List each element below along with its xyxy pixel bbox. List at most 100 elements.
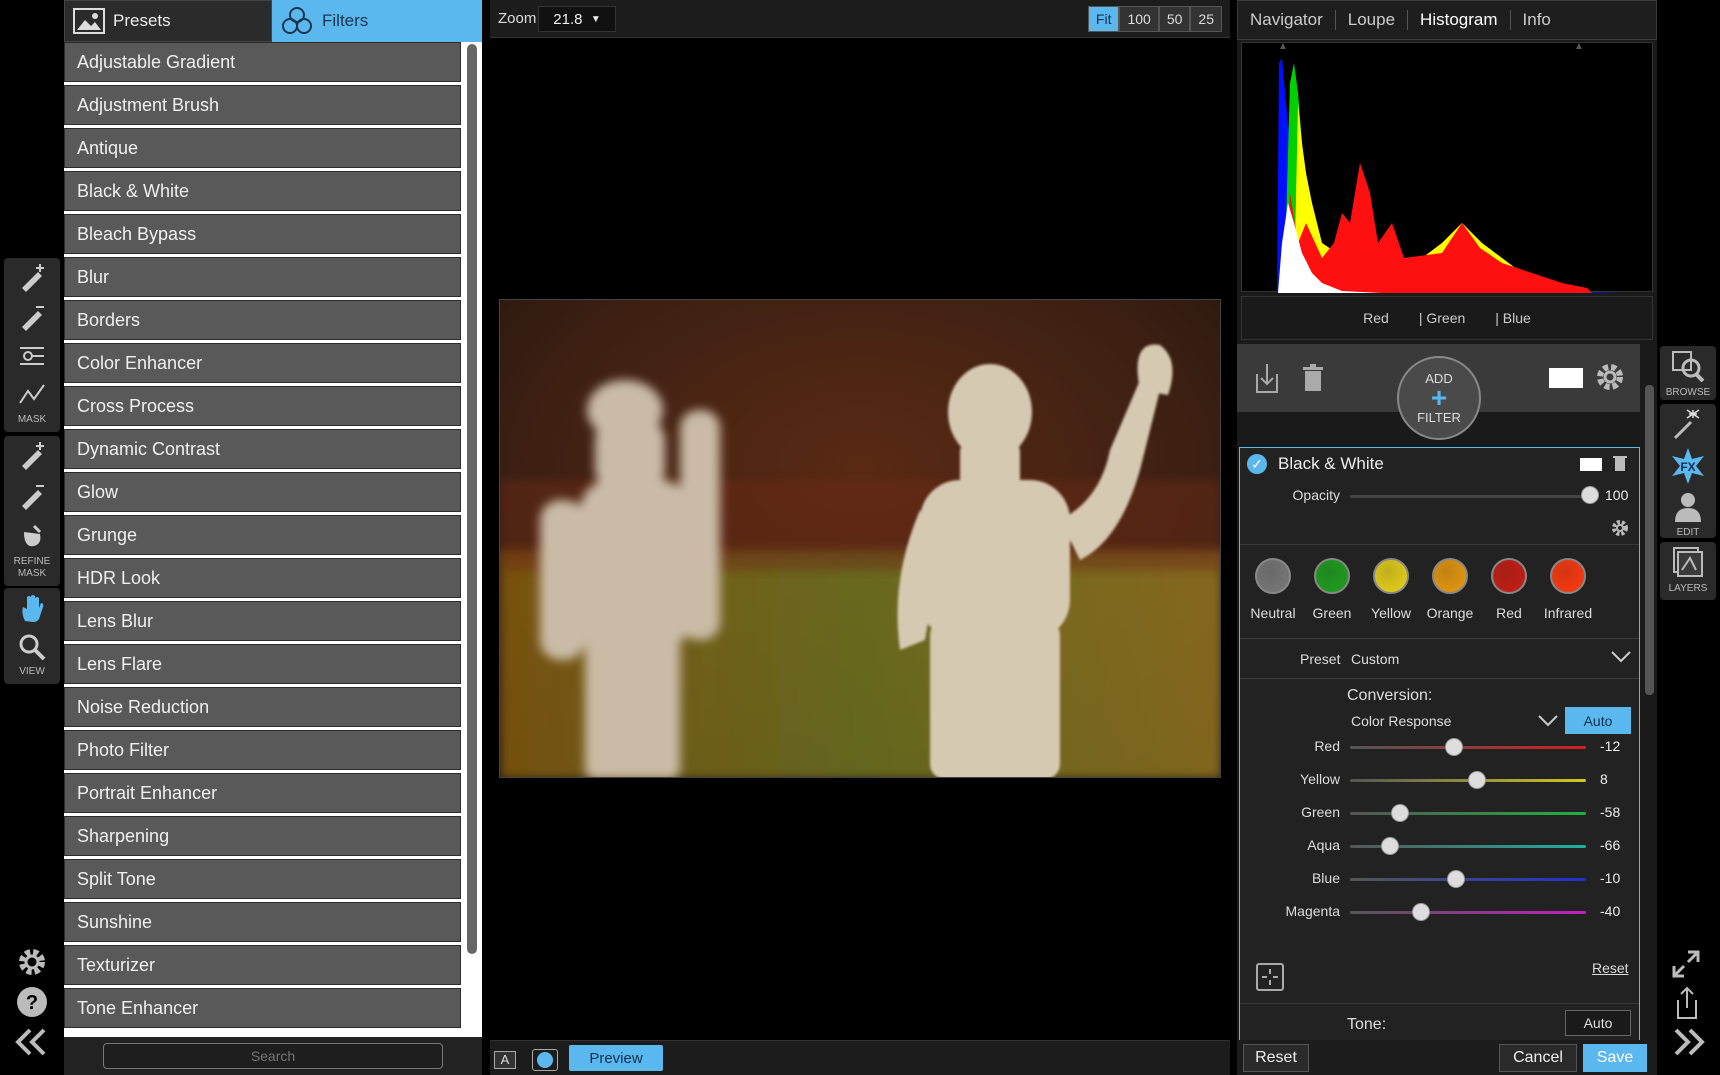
zoom-100-button[interactable]: 100 — [1119, 6, 1159, 32]
filter-enabled-checkbox[interactable]: ✓ — [1247, 454, 1267, 474]
yellow-slider-knob[interactable] — [1468, 771, 1487, 789]
filter-item[interactable]: Adjustable Gradient — [64, 42, 461, 82]
swatch-orange[interactable] — [1432, 558, 1468, 594]
zoom-25-button[interactable]: 25 — [1190, 6, 1222, 32]
zoom-50-button[interactable]: 50 — [1158, 6, 1191, 32]
filter-item[interactable]: Adjustment Brush — [64, 85, 461, 125]
filter-item[interactable]: Black & White — [64, 171, 461, 211]
trash-icon[interactable] — [1301, 364, 1325, 397]
mask-overlay-toggle[interactable] — [532, 1049, 558, 1071]
filter-item[interactable]: Blur — [64, 257, 461, 297]
before-after-a-button[interactable]: A — [494, 1051, 516, 1069]
gear-icon[interactable] — [1595, 362, 1625, 397]
filter-item[interactable]: Tone Enhancer — [64, 988, 461, 1028]
tone-auto-button[interactable]: Auto — [1565, 1010, 1631, 1036]
opacity-slider-knob[interactable] — [1581, 486, 1599, 504]
cancel-button[interactable]: Cancel — [1499, 1044, 1577, 1072]
preview-button[interactable]: Preview — [569, 1045, 663, 1071]
swatch-infrared[interactable] — [1550, 558, 1586, 594]
layers-module[interactable]: LAYERS — [1660, 542, 1716, 600]
browse-module[interactable]: BROWSE — [1660, 346, 1716, 400]
tab-navigator[interactable]: Navigator — [1238, 10, 1336, 30]
refine-brush-subtract-icon[interactable] — [4, 476, 60, 516]
filter-item[interactable]: Noise Reduction — [64, 687, 461, 727]
filter-item[interactable]: Photo Filter — [64, 730, 461, 770]
histogram-legend-item[interactable]: Red — [1363, 310, 1389, 326]
collapse-left-icon[interactable] — [14, 1026, 50, 1063]
add-filter-button[interactable]: ADD + FILTER — [1397, 356, 1481, 440]
histogram-legend-item[interactable]: | Green — [1419, 310, 1465, 326]
filter-item[interactable]: Portrait Enhancer — [64, 773, 461, 813]
filter-item[interactable]: HDR Look — [64, 558, 461, 598]
edit-person-icon[interactable] — [1673, 490, 1703, 527]
filter-item[interactable]: Lens Blur — [64, 601, 461, 641]
settings-gear-icon[interactable] — [16, 946, 48, 983]
fx-icon[interactable]: FX — [1669, 447, 1707, 490]
reset-button[interactable]: Reset — [1243, 1044, 1309, 1072]
conversion-mode-value[interactable]: Color Response — [1351, 713, 1451, 729]
search-input[interactable] — [103, 1043, 443, 1069]
reset-link[interactable]: Reset — [1592, 960, 1629, 976]
filter-mask-swatch[interactable] — [1580, 458, 1602, 471]
swatch-neutral[interactable] — [1255, 558, 1291, 594]
preset-chevron-down-icon[interactable] — [1610, 650, 1632, 669]
magnifier-icon[interactable] — [4, 627, 60, 666]
swatch-red[interactable] — [1491, 558, 1527, 594]
conversion-chevron-down-icon[interactable] — [1537, 714, 1559, 733]
mask-brush-subtract-icon[interactable] — [4, 297, 60, 336]
tab-filters[interactable]: Filters — [272, 0, 482, 42]
aqua-slider-knob[interactable] — [1381, 837, 1400, 855]
tab-loupe[interactable]: Loupe — [1336, 10, 1409, 30]
filter-item[interactable]: Texturizer — [64, 945, 461, 985]
crosshair-picker-icon[interactable] — [1256, 963, 1284, 991]
filter-item[interactable]: Sharpening — [64, 816, 461, 856]
green-slider-knob[interactable] — [1390, 804, 1409, 822]
filter-item[interactable]: Bleach Bypass — [64, 214, 461, 254]
filter-trash-icon[interactable] — [1613, 454, 1627, 477]
filter-item[interactable]: Antique — [64, 128, 461, 168]
filter-item[interactable]: Lens Flare — [64, 644, 461, 684]
magic-wand-icon[interactable] — [1671, 408, 1705, 447]
filter-item[interactable]: Dynamic Contrast — [64, 429, 461, 469]
filter-list-scrollbar[interactable] — [467, 44, 477, 954]
import-icon[interactable] — [1253, 362, 1281, 399]
save-button[interactable]: Save — [1583, 1044, 1647, 1072]
refine-brush-add-icon[interactable] — [4, 436, 60, 476]
refine-mask-icon[interactable] — [4, 516, 60, 556]
blue-slider-knob[interactable] — [1447, 870, 1466, 888]
filter-item[interactable]: Cross Process — [64, 386, 461, 426]
red-slider[interactable] — [1350, 746, 1586, 749]
magenta-slider[interactable] — [1350, 911, 1586, 914]
zoom-dropdown[interactable]: 21.8 ▼ — [538, 6, 616, 32]
filter-item[interactable]: Sunshine — [64, 902, 461, 942]
mask-brush-add-icon[interactable] — [4, 258, 60, 297]
swatch-yellow[interactable] — [1373, 558, 1409, 594]
share-icon[interactable] — [1672, 986, 1702, 1025]
mask-preview-swatch[interactable] — [1549, 368, 1583, 388]
magenta-slider-knob[interactable] — [1411, 903, 1430, 921]
tab-presets[interactable]: Presets — [64, 0, 272, 42]
histogram-legend-item[interactable]: | Blue — [1495, 310, 1531, 326]
red-slider-knob[interactable] — [1444, 738, 1463, 756]
opacity-slider[interactable] — [1350, 495, 1590, 498]
filter-item[interactable]: Grunge — [64, 515, 461, 555]
filter-item[interactable]: Glow — [64, 472, 461, 512]
zoom-fit-button[interactable]: Fit — [1087, 6, 1120, 32]
mask-gradient-icon[interactable] — [4, 336, 60, 375]
expand-icon[interactable] — [1670, 948, 1702, 985]
preset-value[interactable]: Custom — [1351, 651, 1399, 667]
filter-item[interactable]: Borders — [64, 300, 461, 340]
filter-settings-gear-icon[interactable] — [1610, 518, 1630, 543]
blue-slider[interactable] — [1350, 878, 1586, 881]
conversion-auto-button[interactable]: Auto — [1565, 707, 1631, 734]
swatch-green[interactable] — [1314, 558, 1350, 594]
green-slider[interactable] — [1350, 812, 1586, 815]
help-icon[interactable]: ? — [16, 986, 48, 1023]
collapse-right-icon[interactable] — [1670, 1026, 1706, 1063]
tab-histogram[interactable]: Histogram — [1408, 10, 1511, 30]
filter-item[interactable]: Split Tone — [64, 859, 461, 899]
mask-quick-icon[interactable] — [4, 375, 60, 414]
filter-panel-scrollbar[interactable] — [1645, 385, 1654, 695]
filter-item[interactable]: Color Enhancer — [64, 343, 461, 383]
hand-icon[interactable] — [4, 588, 60, 627]
